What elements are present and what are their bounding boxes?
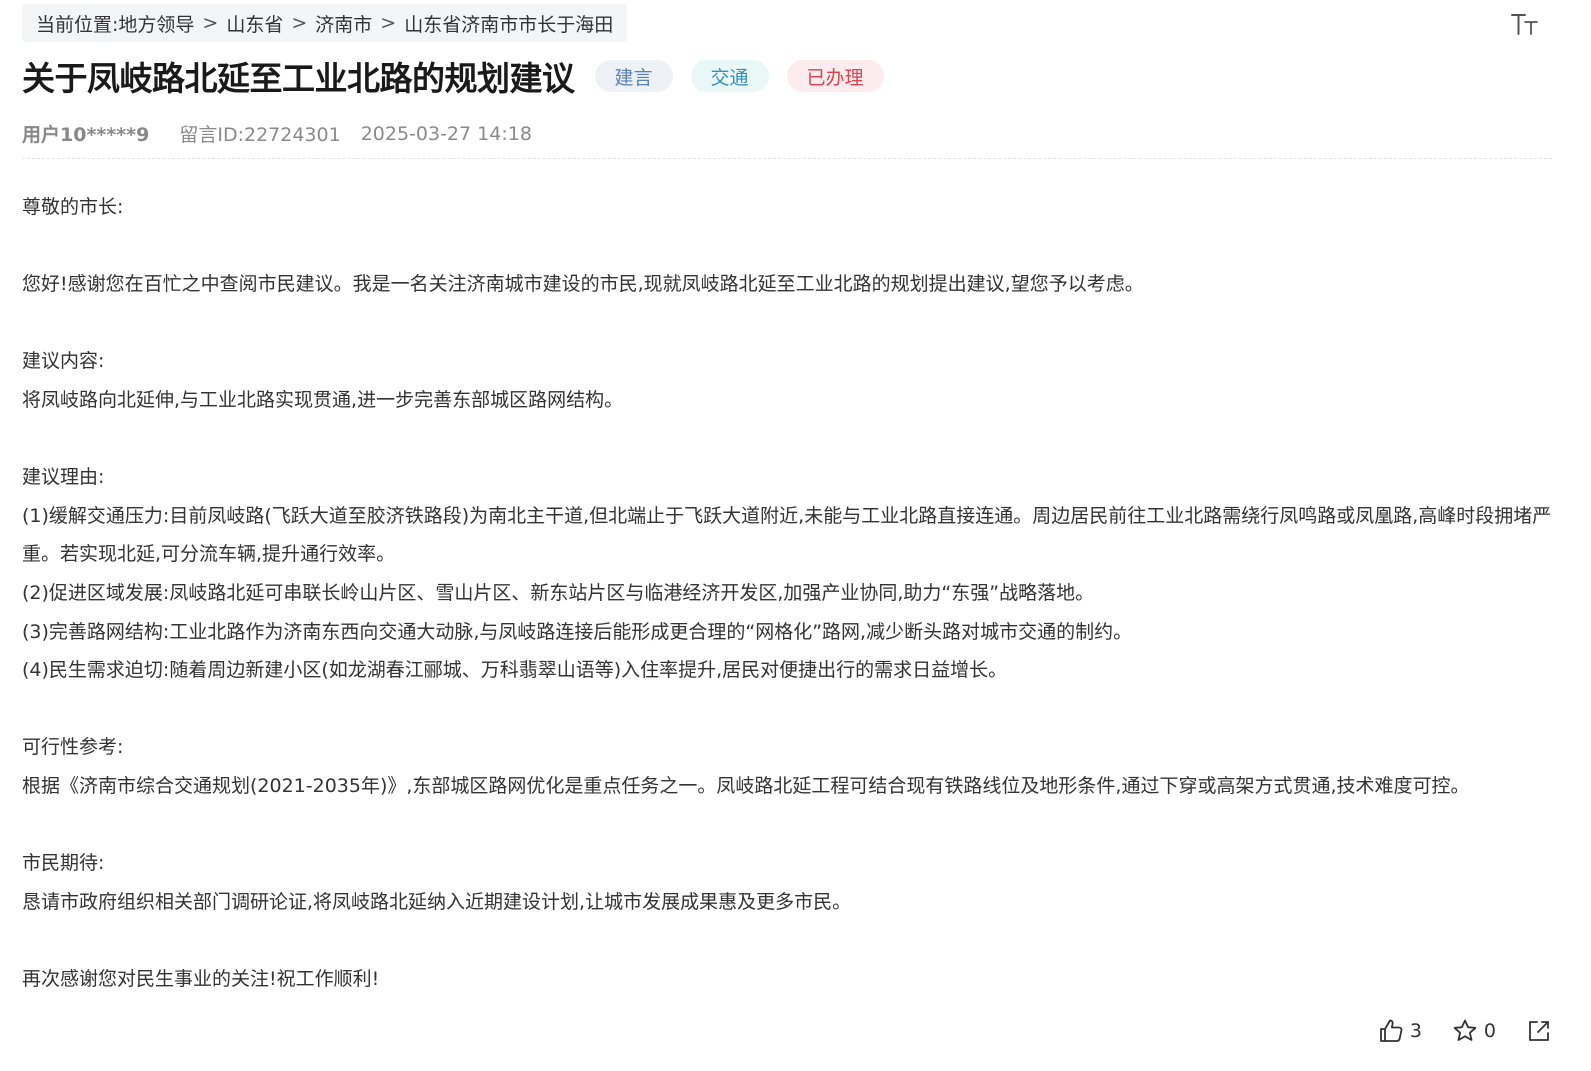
favorite-count: 0 xyxy=(1483,1020,1496,1042)
content-text: 将凤岐路向北延伸,与工业北路实现贯通,进一步完善东部城区路网结构。 xyxy=(22,388,624,411)
reason-2: (2)促进区域发展:凤岐路北延可串联长岭山片区、雪山片区、新东站片区与临港经济开… xyxy=(22,581,1095,604)
breadcrumb-item-local-leaders[interactable]: 地方领导 xyxy=(118,10,194,37)
breadcrumb-item-leader[interactable]: 山东省济南市市长于海田 xyxy=(404,10,613,37)
content-heading: 建议内容: xyxy=(22,350,105,373)
meta-row: 用户10*****9 留言ID:22724301 2025-03-27 14:1… xyxy=(22,120,532,147)
reason-4: (4)民生需求迫切:随着周边新建小区(如龙湖春江郦城、万科翡翠山语等)入住率提升… xyxy=(22,659,1008,682)
breadcrumb: 当前位置: 地方领导 > 山东省 > 济南市 > 山东省济南市市长于海田 xyxy=(22,4,628,42)
author-name: 用户10*****9 xyxy=(22,124,150,146)
reason-3: (3)完善路网结构:工业北路作为济南东西向交通大动脉,与凤岐路连接后能形成更合理… xyxy=(22,620,1133,643)
greeting: 尊敬的市长: xyxy=(22,196,124,218)
message-detail-page: 当前位置: 地方领导 > 山东省 > 济南市 > 山东省济南市市长于海田 关于凤… xyxy=(22,0,1552,1071)
favorite-button[interactable]: 0 xyxy=(1452,1018,1496,1044)
like-button[interactable]: 3 xyxy=(1378,1018,1422,1044)
star-icon xyxy=(1453,1019,1477,1041)
thumbs-up-icon xyxy=(1379,1019,1403,1042)
closing: 再次感谢您对民生事业的关注!祝工作顺利! xyxy=(22,967,380,990)
reason-1: (1)缓解交通压力:目前凤岐路(飞跃大道至胶济铁路段)为南北主干道,但北端止于飞… xyxy=(22,504,1552,566)
feasibility-heading: 可行性参考: xyxy=(22,736,124,759)
post-time: 2025-03-27 14:18 xyxy=(360,122,532,145)
font-size-button[interactable] xyxy=(1510,10,1540,38)
breadcrumb-separator: > xyxy=(291,12,308,34)
tag-type: 建言 xyxy=(594,60,673,92)
action-bar: 3 0 xyxy=(1348,1018,1552,1044)
share-button[interactable] xyxy=(1526,1018,1552,1044)
breadcrumb-item-city[interactable]: 济南市 xyxy=(315,10,372,37)
intro-paragraph: 您好!感谢您在百忙之中查阅市民建议。我是一名关注济南城市建设的市民,现就凤岐路北… xyxy=(22,273,1144,296)
breadcrumb-item-province[interactable]: 山东省 xyxy=(226,10,283,37)
feasibility-text: 根据《济南市综合交通规划(2021-2035年)》,东部城区路网优化是重点任务之… xyxy=(22,774,1470,797)
breadcrumb-separator: > xyxy=(202,12,219,34)
page-title: 关于凤岐路北延至工业北路的规划建议 xyxy=(22,59,575,98)
reasons-heading: 建议理由: xyxy=(22,466,105,489)
message-id: 留言ID:22724301 xyxy=(179,124,341,146)
font-size-icon xyxy=(1511,14,1538,35)
expectation-text: 恳请市政府组织相关部门调研论证,将凤岐路北延纳入近期建设计划,让城市发展成果惠及… xyxy=(22,890,852,913)
breadcrumb-prefix: 当前位置: xyxy=(36,13,119,36)
share-icon xyxy=(1529,1021,1549,1041)
title-row: 关于凤岐路北延至工业北路的规划建议 建言 交通 已办理 xyxy=(22,52,884,100)
expectation-heading: 市民期待: xyxy=(22,852,105,875)
message-body: 尊敬的市长: 您好!感谢您在百忙之中查阅市民建议。我是一名关注济南城市建设的市民… xyxy=(22,188,1552,998)
like-count: 3 xyxy=(1409,1020,1422,1042)
breadcrumb-separator: > xyxy=(380,12,397,34)
status-badge: 已办理 xyxy=(786,60,884,92)
tag-field: 交通 xyxy=(690,60,769,92)
divider xyxy=(22,158,1552,159)
